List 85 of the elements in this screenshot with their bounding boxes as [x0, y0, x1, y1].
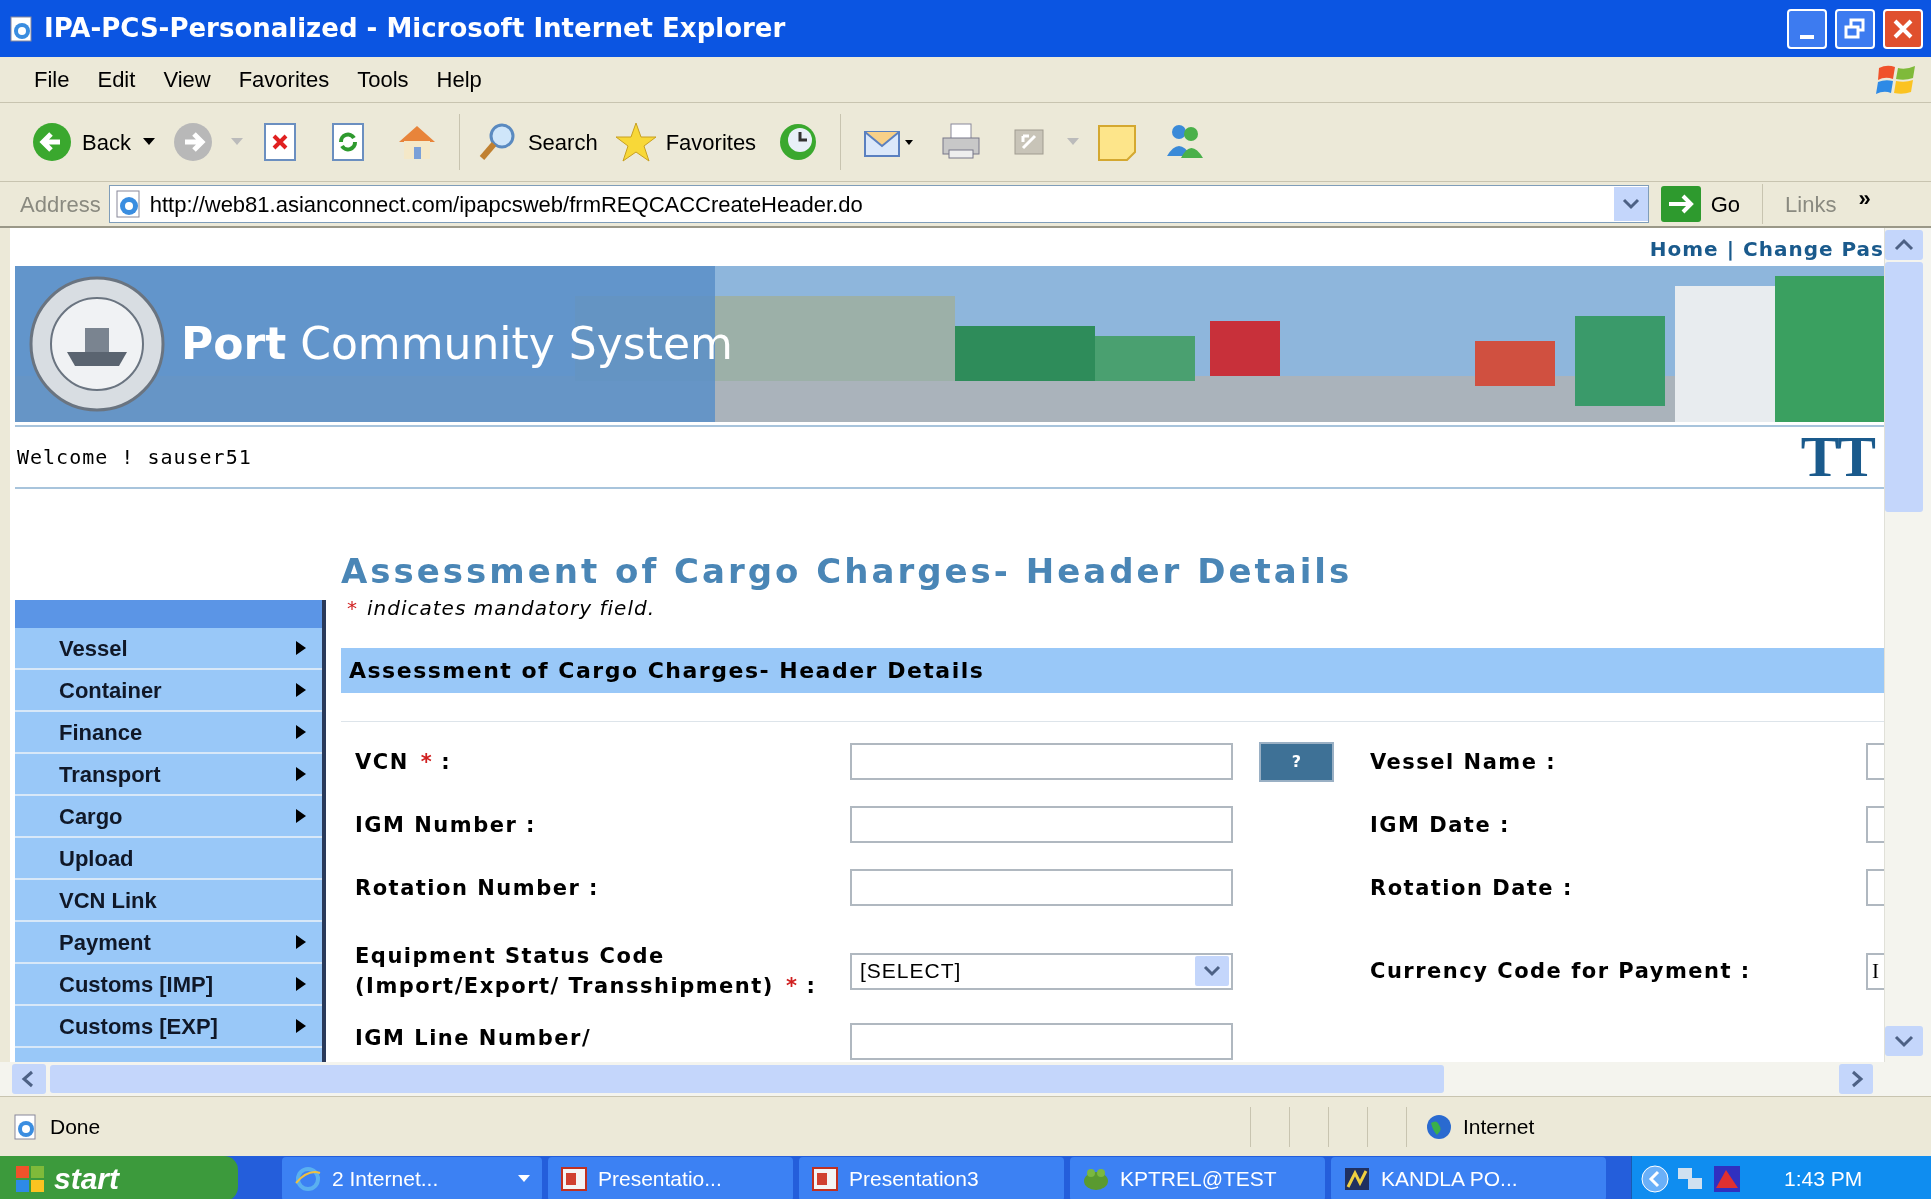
favorites-button[interactable]: Favorites [609, 114, 761, 170]
restore-button[interactable] [1835, 8, 1875, 49]
start-button[interactable]: start [0, 1156, 238, 1199]
page-heading: Assessment of Cargo Charges- Header Details [341, 551, 1354, 591]
close-icon [1892, 17, 1914, 40]
side-menu-item[interactable]: Customs [IMP] [15, 964, 322, 1006]
field-label: Rotation Date : [1370, 875, 1573, 900]
restore-icon [1844, 17, 1866, 40]
field-label: Rotation Number : [355, 875, 599, 900]
side-menu-item[interactable]: Cargo [15, 796, 322, 838]
address-field[interactable]: http://web81.asianconnect.com/ipapcsweb/frmREQCACCreateHeader.do [108, 185, 1649, 223]
go-button[interactable]: Go [1656, 186, 1745, 222]
star-icon [613, 120, 658, 164]
required-mark: * [347, 595, 357, 622]
field-label: Currency Code for Payment : [1370, 959, 1751, 983]
menu-item[interactable]: File [20, 63, 84, 96]
field-label: VCN [355, 749, 409, 774]
field-label: IGM Line Number/ [355, 1026, 592, 1050]
side-menu-item[interactable]: Finance [15, 712, 322, 754]
scroll-left-icon[interactable] [12, 1064, 46, 1094]
chevron-more[interactable]: » [1858, 182, 1871, 215]
scroll-right-icon[interactable] [1839, 1064, 1873, 1094]
menu-item[interactable]: Edit [83, 63, 150, 96]
side-menu-item[interactable]: Payment [15, 922, 322, 964]
minimize-button[interactable] [1787, 8, 1827, 49]
field-label: Equipment Status Code (Import/Export/ Transshipment) [355, 944, 774, 998]
taskbar-button[interactable]: 2 Internet... [282, 1156, 542, 1199]
help-button[interactable]: ? [1259, 741, 1334, 782]
clock: 1:43 PM [1784, 1165, 1863, 1192]
field-label: Vessel Name : [1370, 749, 1557, 774]
status-text: Done [50, 1113, 102, 1140]
side-menu-item[interactable]: Transport [15, 754, 322, 796]
input-field[interactable]: I [1866, 952, 1884, 990]
windows-flag-icon [14, 1163, 46, 1194]
input-field[interactable] [850, 806, 1233, 843]
field-label: IGM Date : [1370, 812, 1510, 837]
scroll-up-icon[interactable] [1885, 230, 1923, 260]
mandatory-note: indicates mandatory field. [367, 595, 656, 622]
vertical-scrollbar[interactable] [1884, 228, 1931, 1062]
taskbar-button[interactable]: KANDLA PO... [1331, 1156, 1606, 1199]
presentation-icon [560, 1164, 588, 1193]
link-separator: | [1726, 236, 1735, 263]
seal-logo-icon [29, 276, 165, 412]
scroll-down-icon[interactable] [1885, 1026, 1923, 1056]
section-header: Assessment of Cargo Charges- Header Details [341, 648, 1884, 693]
label-colon: : [806, 974, 817, 998]
menu-item[interactable]: Help [422, 63, 496, 96]
nav-link[interactable]: Change Pas [1743, 234, 1884, 264]
taskbar-button[interactable]: Presentatio... [548, 1156, 793, 1199]
banner-title: Port Community System [181, 317, 733, 371]
search-button[interactable]: Search [471, 114, 602, 170]
input-field[interactable] [850, 869, 1233, 906]
zone-text: Internet [1463, 1113, 1535, 1140]
required-mark: * [785, 974, 799, 998]
taskbar-button[interactable]: Presentation3 [799, 1156, 1064, 1199]
address-label: Address [20, 190, 101, 219]
menu-item[interactable]: Tools [343, 63, 423, 96]
input-field[interactable] [850, 743, 1233, 780]
scroll-thumb[interactable] [1885, 262, 1923, 512]
taskbar-button[interactable]: KPTREL@TEST [1070, 1156, 1325, 1199]
ie-logo-icon [294, 1164, 322, 1193]
side-menu-item[interactable]: Container [15, 670, 322, 712]
input-field[interactable] [850, 1023, 1233, 1060]
back-button[interactable]: Back [26, 114, 135, 170]
horizontal-scrollbar[interactable] [0, 1062, 1931, 1096]
side-menu-item[interactable]: VCN Link [15, 880, 322, 922]
side-menu-item[interactable]: Vessel [15, 628, 322, 670]
corner-logo: TT [1800, 428, 1876, 486]
required-mark: * [420, 749, 434, 774]
window-title: IPA-PCS-Personalized - Microsoft Internet Explorer [44, 12, 787, 45]
menu-item[interactable]: View [149, 63, 225, 96]
globe-icon [1425, 1112, 1453, 1141]
close-button[interactable] [1883, 8, 1923, 49]
select-field[interactable]: [SELECT] [850, 952, 1233, 990]
nav-link[interactable]: Home [1649, 234, 1719, 264]
welcome-text: Welcome ! sauser51 [17, 444, 252, 471]
field-label: IGM Number : [355, 812, 536, 837]
side-menu-item[interactable]: Customs [EXP] [15, 1006, 322, 1048]
side-menu-item[interactable]: Upload [15, 838, 322, 880]
scroll-thumb[interactable] [50, 1065, 1444, 1093]
tray-app-icon[interactable] [1712, 1163, 1742, 1194]
menu-item[interactable]: Favorites [224, 63, 344, 96]
presentation-icon [811, 1164, 839, 1193]
label-colon: : [441, 749, 452, 774]
dropdown-arrow-icon[interactable] [142, 138, 155, 146]
